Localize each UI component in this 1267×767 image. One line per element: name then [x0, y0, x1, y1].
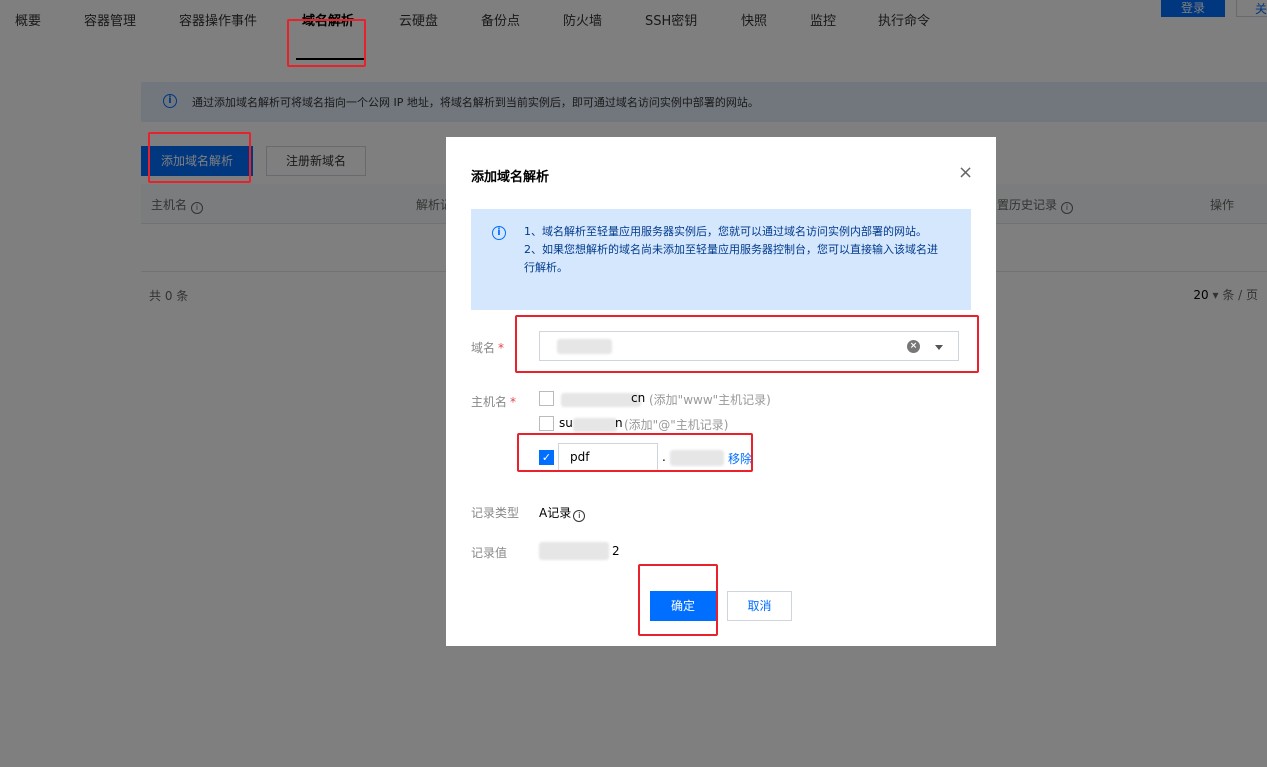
record-type-value: A记录 i: [539, 504, 586, 522]
redacted-domain: [561, 393, 641, 407]
annotation-box-add-button: [148, 132, 251, 183]
domain-label: 域名 *: [471, 341, 505, 355]
host-option-www: cn (添加"www"主机记录): [539, 391, 779, 409]
record-value-suffix: 2: [612, 544, 620, 558]
host-option-root: su n (添加"@"主机记录): [539, 416, 779, 434]
annotation-box-domain: [515, 315, 979, 373]
close-icon[interactable]: ×: [958, 164, 973, 182]
add-domain-modal: 添加域名解析 × i 1、域名解析至轻量应用服务器实例后，您就可以通过域名访问实…: [446, 137, 996, 646]
record-value-label: 记录值: [471, 546, 508, 560]
record-type-label: 记录类型: [471, 506, 520, 520]
info-icon: i: [492, 226, 506, 240]
notice-banner: i 1、域名解析至轻量应用服务器实例后，您就可以通过域名访问实例内部署的网站。 …: [471, 209, 971, 310]
annotation-box-tab: [287, 19, 366, 67]
cancel-button[interactable]: 取消: [727, 591, 792, 621]
redacted-domain: [573, 418, 617, 432]
hostname-label: 主机名 *: [471, 395, 517, 409]
root-checkbox[interactable]: [539, 416, 554, 431]
www-checkbox[interactable]: [539, 391, 554, 406]
annotation-box-confirm: [638, 564, 718, 636]
annotation-box-host: [517, 433, 753, 472]
info-icon[interactable]: i: [573, 510, 586, 522]
redacted-ip: [539, 542, 609, 560]
modal-title: 添加域名解析: [471, 170, 550, 185]
notice-text: 1、域名解析至轻量应用服务器实例后，您就可以通过域名访问实例内部署的网站。 2、…: [524, 225, 938, 274]
